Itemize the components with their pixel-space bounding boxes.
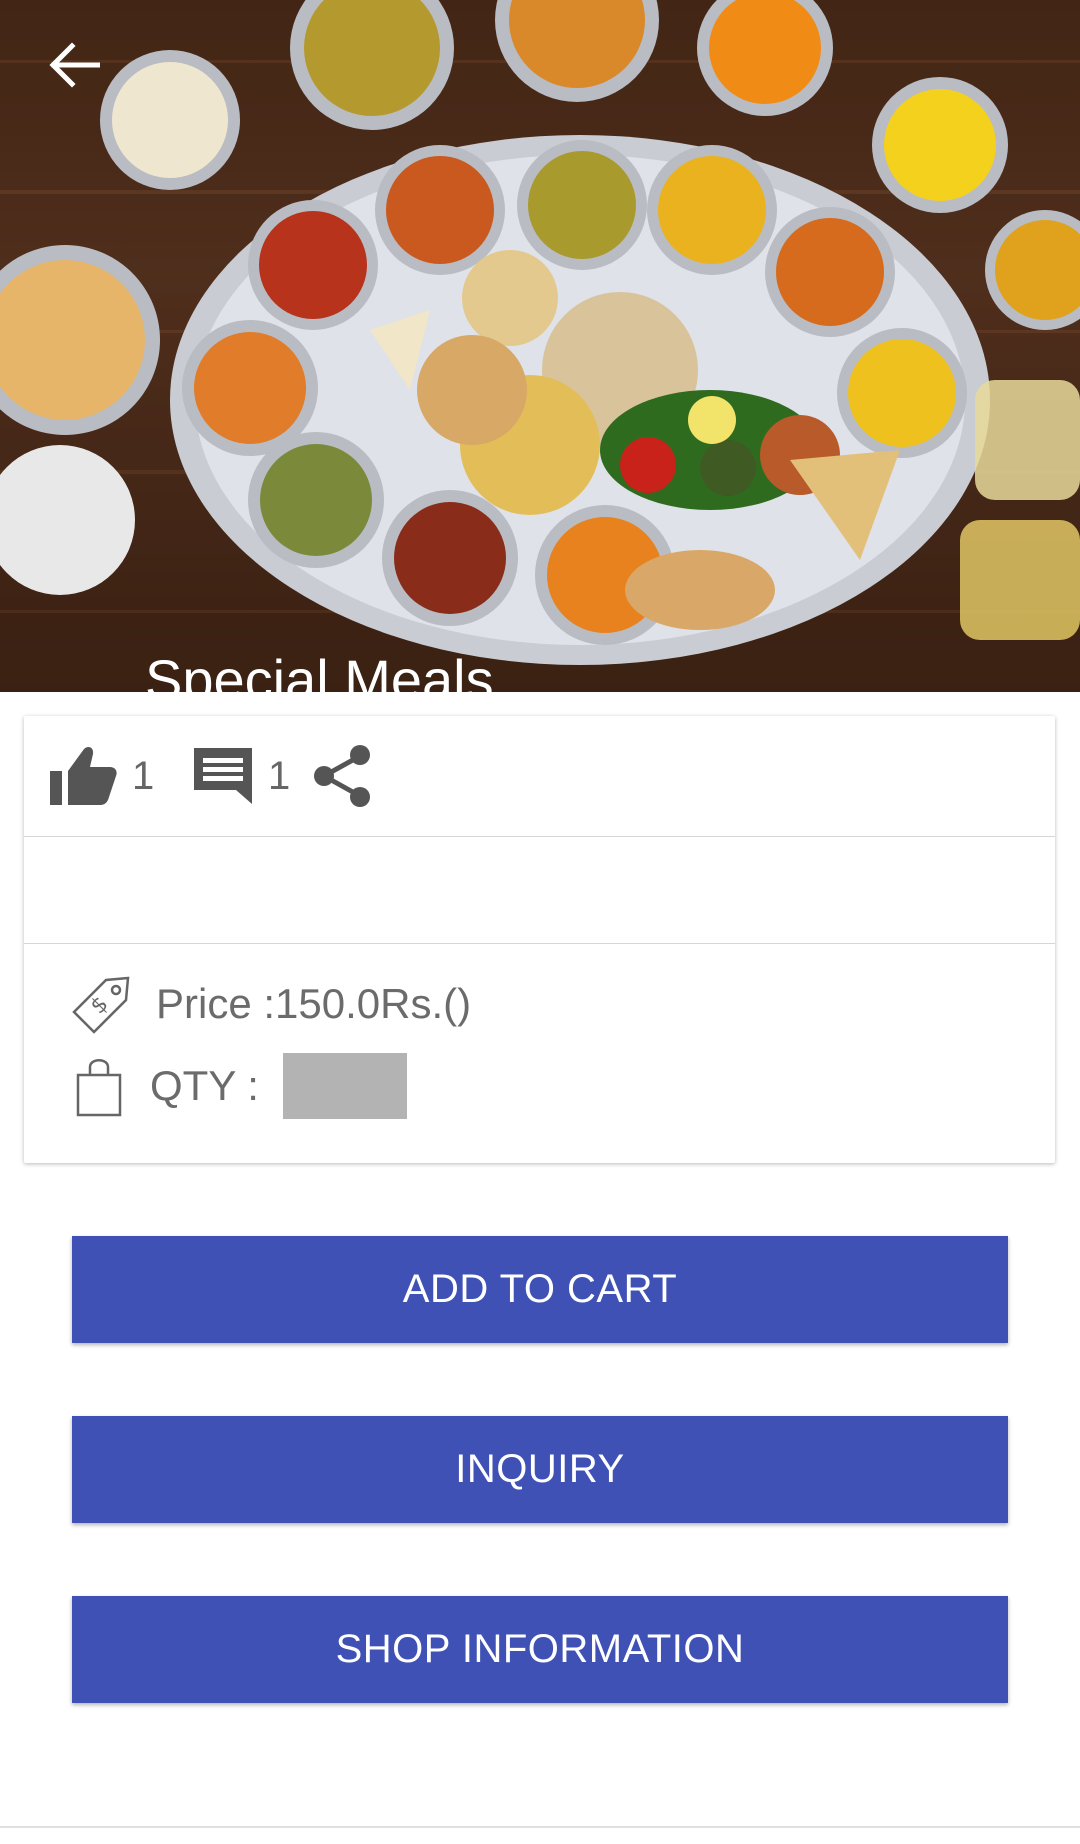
inquiry-button[interactable]: INQUIRY [72,1416,1008,1523]
social-stats-row: 1 1 [24,716,1055,837]
hero-image: Special Meals [0,0,1080,692]
comment-count: 1 [268,753,291,798]
back-button[interactable] [48,42,120,114]
price-line: $ Price :150.0Rs.() [70,974,471,1034]
thumbs-up-icon [50,746,117,805]
comment-icon [194,748,252,804]
price-text: Price :150.0Rs.() [156,980,472,1027]
page-title: Special Meals [145,648,494,692]
comment-stat[interactable]: 1 [192,716,290,836]
quantity-line: QTY : [76,1052,407,1120]
bottom-divider [0,1826,1080,1828]
shop-information-button[interactable]: SHOP INFORMATION [72,1596,1008,1703]
shopping-bag-icon [76,1059,122,1117]
add-to-cart-button[interactable]: ADD TO CART [72,1236,1008,1343]
share-icon [314,745,370,807]
price-tag-icon: $ [72,976,130,1034]
qty-label: QTY : [150,1062,259,1109]
quantity-input[interactable] [282,1053,407,1119]
like-count: 1 [132,753,155,798]
arrow-left-icon [49,42,100,88]
product-detail-screen: Special Meals 1 1 $ Price:150.0Rs.() QT… [0,0,1080,1844]
description-area [24,837,1055,944]
product-detail-card: 1 1 $ Price:150.0Rs.() QTY: [24,716,1055,1163]
like-stat[interactable]: 1 [48,716,154,836]
food-thali-illustration [0,0,1080,692]
share-button[interactable] [312,716,374,836]
